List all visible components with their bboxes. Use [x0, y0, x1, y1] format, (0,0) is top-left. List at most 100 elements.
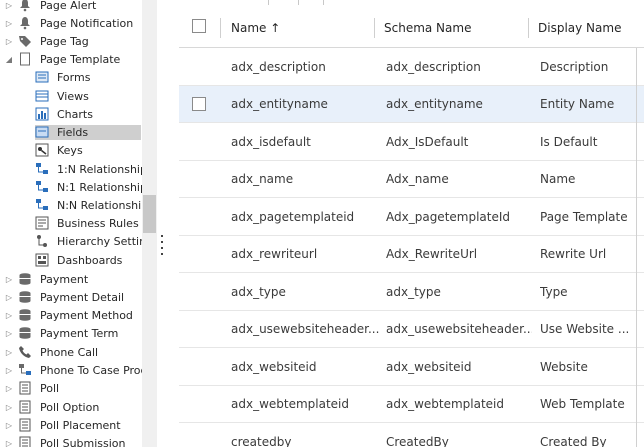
table-row[interactable]: adx_pagetemplateid Adx_pagetemplateId Page… — [179, 198, 644, 236]
tree-item-label: Keys — [57, 143, 83, 157]
list-icon — [18, 436, 32, 447]
cell-display-name: Entity Name — [540, 97, 615, 111]
relationship-icon — [35, 198, 49, 212]
tree-item-label: Forms — [57, 70, 91, 84]
list-icon — [18, 381, 32, 395]
toolbar-button-edge[interactable] — [269, 0, 299, 5]
column-header-display-name[interactable]: Display Name — [538, 8, 621, 48]
tree-item-hierarchy-settin[interactable]: Hierarchy Settin... — [0, 232, 160, 250]
cell-display-name: Use Website ... — [540, 322, 630, 336]
fields-grid: Name ↑ Schema Name Display Name adx_desc… — [179, 0, 644, 447]
cell-display-name: Created By — [540, 434, 607, 447]
cell-schema-name: adx_entityname — [386, 97, 483, 111]
expand-icon[interactable]: ▷ — [4, 293, 14, 302]
toolbar-strip — [179, 0, 644, 6]
tree-item-poll-option[interactable]: ▷ Poll Option — [0, 398, 160, 416]
column-separator[interactable] — [528, 18, 529, 38]
business-rules-icon — [35, 216, 49, 230]
tree-item-page-template[interactable]: ◢ Page Template — [0, 50, 160, 68]
cell-schema-name: adx_webtemplateid — [386, 397, 505, 411]
expand-icon[interactable]: ▷ — [4, 384, 14, 393]
tree-item-label: Poll Placement — [40, 418, 121, 432]
cell-schema-name: Adx_pagetemplateId — [386, 209, 511, 224]
column-separator[interactable] — [374, 18, 375, 38]
toolbar-button-edge[interactable] — [299, 0, 324, 5]
tree-item-payment-method[interactable]: ▷ Payment Method — [0, 306, 160, 324]
expand-icon[interactable]: ▷ — [4, 329, 14, 338]
tree-item-label: Payment Term — [40, 326, 119, 340]
cell-schema-name: Adx_name — [386, 172, 449, 186]
tree-item-phone-call[interactable]: ▷ Phone Call — [0, 343, 160, 361]
tree-item-charts[interactable]: Charts — [0, 105, 160, 123]
table-row[interactable]: createdby CreatedBy Created By — [179, 423, 644, 447]
table-row[interactable]: adx_name Adx_name Name — [179, 161, 644, 198]
list-icon — [18, 400, 32, 414]
panel-splitter[interactable] — [160, 235, 164, 255]
table-row[interactable]: adx_isdefault Adx_IsDefault Is Default — [179, 123, 644, 161]
dashboards-icon — [35, 253, 49, 267]
notification-icon — [18, 16, 32, 30]
column-separator[interactable] — [220, 18, 221, 38]
tree-item-label: Page Tag — [40, 34, 89, 48]
column-header-schema-name[interactable]: Schema Name — [384, 8, 471, 48]
cell-name: adx_webtemplateid — [231, 397, 350, 411]
column-header-name[interactable]: Name ↑ — [231, 8, 280, 48]
database-icon — [18, 272, 32, 286]
expand-icon[interactable]: ▷ — [4, 19, 14, 28]
tree-item-poll-submission[interactable]: ▷ Poll Submission — [0, 434, 160, 447]
tree-item-page-alert[interactable]: ▷ Page Alert — [0, 0, 160, 14]
cell-name: adx_description — [231, 59, 326, 74]
table-row[interactable]: adx_description adx_description Descriptio… — [179, 48, 644, 86]
tree-item-dashboards[interactable]: Dashboards — [0, 251, 160, 269]
cell-name: adx_entityname — [231, 97, 328, 111]
expand-icon[interactable]: ▷ — [4, 1, 14, 10]
expand-icon[interactable]: ▷ — [4, 37, 14, 46]
expand-icon[interactable]: ▷ — [4, 366, 14, 375]
database-icon — [18, 326, 32, 340]
cell-display-name: Description — [540, 59, 609, 74]
tree-scrollbar-thumb[interactable] — [143, 195, 156, 233]
cell-name: createdby — [231, 434, 292, 447]
tree-item-phone-to-case-proc[interactable]: ▷ Phone To Case Proc... — [0, 361, 160, 379]
tree-item-poll-placement[interactable]: ▷ Poll Placement — [0, 416, 160, 434]
select-all-checkbox[interactable] — [192, 19, 206, 33]
toolbar-button-edge[interactable] — [219, 0, 269, 5]
table-row[interactable]: adx_websiteid adx_websiteid Website — [179, 348, 644, 386]
tree-item-1-n-relationships[interactable]: 1:N Relationships — [0, 160, 160, 178]
table-row[interactable]: adx_rewriteurl Adx_RewriteUrl Rewrite Url — [179, 236, 644, 273]
tree-item-page-tag[interactable]: ▷ Page Tag — [0, 32, 160, 50]
expand-icon[interactable]: ▷ — [4, 311, 14, 320]
tree-item-forms[interactable]: Forms — [0, 68, 160, 86]
collapse-icon[interactable]: ◢ — [4, 55, 14, 64]
tree-item-keys[interactable]: Keys — [0, 141, 160, 159]
tree-item-label: N:1 Relationships — [57, 180, 153, 194]
table-row[interactable]: adx_entityname adx_entityname Entity Name — [179, 85, 644, 123]
row-checkbox[interactable] — [192, 96, 206, 111]
expand-icon[interactable]: ▷ — [4, 275, 14, 284]
tree-item-views[interactable]: Views — [0, 87, 160, 105]
expand-icon[interactable]: ▷ — [4, 403, 14, 412]
table-row[interactable]: adx_type adx_type Type — [179, 273, 644, 311]
tree-item-fields[interactable]: Fields — [0, 123, 160, 141]
tree-item-label: Business Rules — [57, 216, 139, 230]
tree-item-payment[interactable]: ▷ Payment — [0, 270, 160, 288]
list-icon — [18, 418, 32, 432]
tree-item-payment-detail[interactable]: ▷ Payment Detail — [0, 288, 160, 306]
tree-item-payment-term[interactable]: ▷ Payment Term — [0, 324, 160, 342]
tree-item-page-notification[interactable]: ▷ Page Notification — [0, 14, 160, 32]
process-icon — [18, 363, 32, 377]
tree-item-poll[interactable]: ▷ Poll — [0, 379, 160, 397]
tree-item-label: Payment — [40, 272, 89, 286]
cell-name: adx_websiteid — [231, 359, 317, 374]
table-row[interactable]: adx_webtemplateid adx_webtemplateid Web Te… — [179, 386, 644, 423]
tree-item-business-rules[interactable]: Business Rules — [0, 214, 160, 232]
expand-icon[interactable]: ▷ — [4, 421, 14, 430]
tree-item-n-1-relationships[interactable]: N:1 Relationships — [0, 178, 160, 196]
expand-icon[interactable]: ▷ — [4, 348, 14, 357]
tree-item-n-n-relationshi[interactable]: N:N Relationshi... — [0, 196, 160, 214]
expand-icon[interactable]: ▷ — [4, 439, 14, 447]
table-row[interactable]: adx_usewebsiteheader... adx_usewebsitehea… — [179, 311, 644, 348]
cell-schema-name: adx_description — [386, 59, 481, 74]
tree-item-label: Page Notification — [40, 16, 134, 30]
cell-schema-name: adx_usewebsiteheader... — [386, 322, 532, 336]
